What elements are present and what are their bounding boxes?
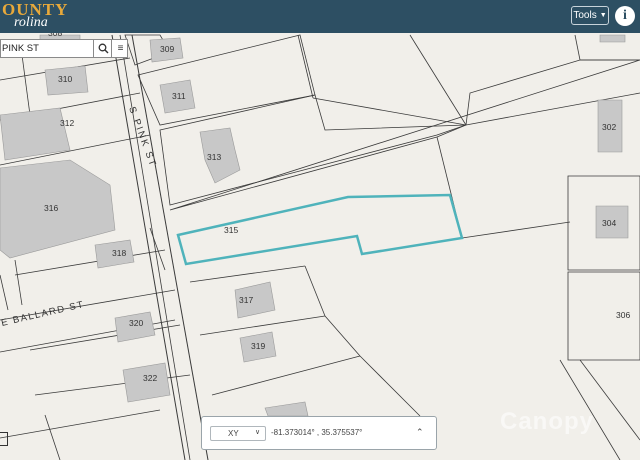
parcel-label: 306 <box>616 310 630 320</box>
info-icon[interactable]: i <box>615 6 635 26</box>
chevron-down-icon: ∨ <box>255 429 261 436</box>
canopy-watermark: Canopy <box>500 408 595 435</box>
bracket-icon[interactable] <box>0 432 8 446</box>
parcel-label: 302 <box>602 122 616 132</box>
parcel-label: 309 <box>160 44 174 54</box>
search-icon <box>98 43 108 54</box>
coordinate-readout: -81.373014° , 35.375537° <box>271 428 363 437</box>
parcel-label: 311 <box>172 91 186 101</box>
caret-down-icon: ▼ <box>599 12 607 19</box>
parcel-label: 318 <box>112 248 126 258</box>
parcel-label: 319 <box>251 341 265 351</box>
top-bar: OUNTY rolina Tools ▼ i <box>0 0 640 33</box>
search-button[interactable] <box>93 40 112 57</box>
parcel-map[interactable]: S PINK ST E BALLARD ST 308 309 310 311 3… <box>0 0 640 460</box>
tools-label: Tools <box>573 10 597 21</box>
coordinate-bar: XY ∨ -81.373014° , 35.375537° ⌃ <box>201 416 437 450</box>
projection-value: XY <box>228 429 239 438</box>
tools-button[interactable]: Tools ▼ <box>571 6 609 25</box>
county-logo: OUNTY rolina <box>2 1 68 30</box>
search-input[interactable] <box>1 40 94 57</box>
chevron-up-icon[interactable]: ⌃ <box>416 427 424 438</box>
parcel-label: 317 <box>239 295 253 305</box>
parcel-label: 320 <box>129 318 143 328</box>
list-menu-button[interactable]: ≡ <box>111 40 129 57</box>
parcel-label: 313 <box>207 152 221 162</box>
parcel-label: 322 <box>143 373 157 383</box>
parcel-label: 316 <box>44 203 58 213</box>
menu-icon: ≡ <box>117 43 124 54</box>
parcel-label: 312 <box>60 118 74 128</box>
parcel-label: 304 <box>602 218 616 228</box>
projection-select[interactable]: XY ∨ <box>210 426 266 441</box>
search-box: ≡ <box>0 39 128 58</box>
parcel-label: 310 <box>58 74 72 84</box>
parcel-label: 315 <box>224 225 238 235</box>
